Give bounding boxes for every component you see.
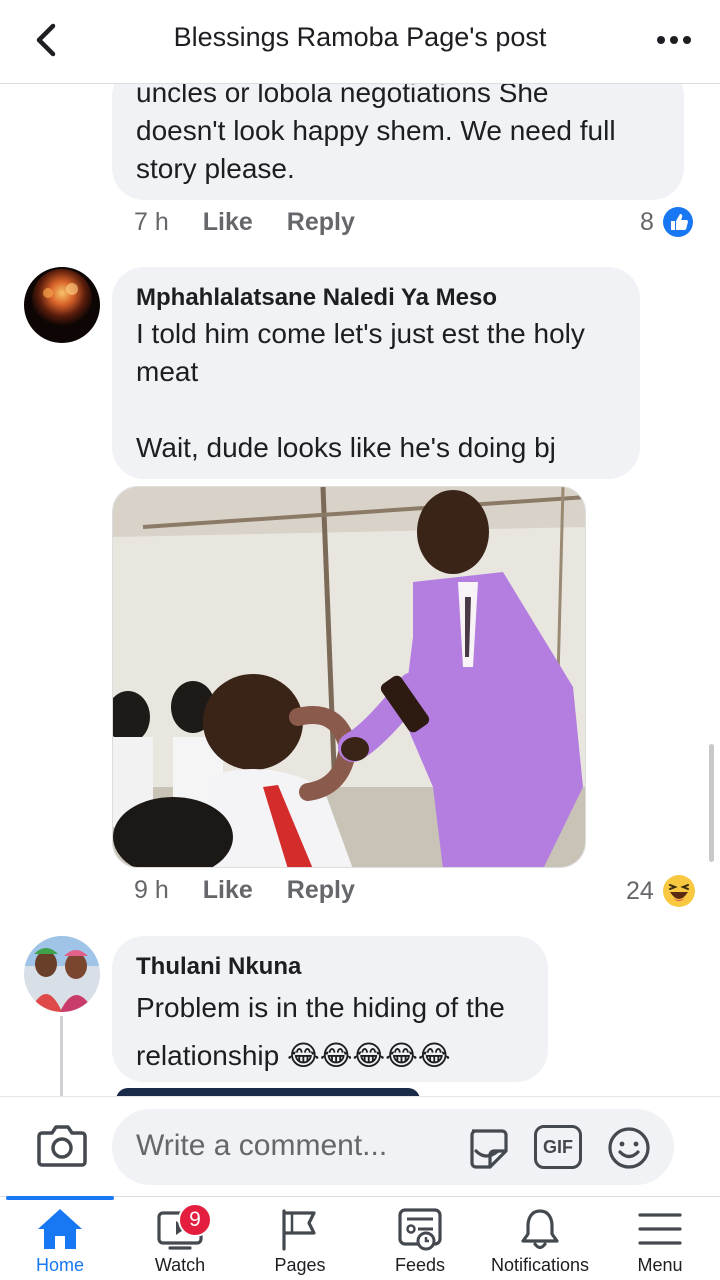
photo-image	[113, 487, 585, 867]
flag-icon	[282, 1209, 316, 1251]
tab-home[interactable]: Home	[0, 1196, 120, 1280]
bottom-tab-bar: Home 9 Watch Pages Feeds Notifications M…	[0, 1196, 720, 1280]
tab-label: Home	[35, 1255, 84, 1275]
menu-icon	[638, 1213, 682, 1245]
emoji-icon[interactable]	[606, 1125, 652, 1171]
more-options-button[interactable]	[650, 22, 698, 58]
comment-actions: 9 h Like Reply	[134, 876, 389, 905]
avatar[interactable]	[24, 267, 100, 343]
comment-text: uncles or lobola negotiations She doesn'…	[136, 84, 616, 184]
comment-composer: Write a comment... GIF	[0, 1096, 720, 1196]
comment-photo[interactable]	[112, 486, 586, 868]
tab-label: Notifications	[490, 1255, 590, 1275]
gif-button[interactable]: GIF	[534, 1125, 582, 1169]
tab-notifications[interactable]: Notifications	[480, 1197, 600, 1280]
gif-label: GIF	[543, 1136, 573, 1157]
top-bar: Blessings Ramoba Page's post	[0, 0, 720, 84]
comment-bubble[interactable]: Mphahlalatsane Naledi Ya Meso I told him…	[112, 267, 640, 479]
reply-button[interactable]: Reply	[287, 876, 355, 905]
comment-text: I told him come let's just est the holy …	[136, 318, 585, 463]
comment-author[interactable]: Mphahlalatsane Naledi Ya Meso	[136, 281, 616, 315]
comment-time: 9 h	[134, 876, 169, 904]
comment-actions: 7 h Like Reply	[134, 208, 389, 237]
comments-list[interactable]: uncles or lobola negotiations She doesn'…	[0, 84, 720, 1096]
active-tab-indicator	[6, 1196, 114, 1200]
like-button[interactable]: Like	[203, 876, 253, 905]
reaction-count: 8	[640, 207, 654, 236]
like-reaction-icon	[662, 207, 693, 237]
comment-placeholder: Write a comment...	[136, 1129, 388, 1162]
tab-watch[interactable]: 9 Watch	[120, 1197, 240, 1280]
avatar[interactable]	[24, 936, 100, 1012]
more-dots-icon	[657, 36, 691, 44]
like-button[interactable]: Like	[203, 208, 253, 237]
notification-badge: 9	[178, 1203, 212, 1237]
comment-time: 7 h	[134, 208, 169, 236]
reply-button[interactable]: Reply	[287, 208, 355, 237]
avatar-image	[24, 936, 100, 1012]
reaction-summary[interactable]: 24	[626, 874, 696, 908]
tab-label: Feeds	[394, 1255, 446, 1275]
next-comment-photo[interactable]	[116, 1088, 420, 1096]
tab-label: Pages	[274, 1255, 326, 1275]
tab-label: Watch	[154, 1255, 206, 1275]
comment-bubble[interactable]: uncles or lobola negotiations She doesn'…	[112, 84, 684, 200]
camera-icon	[37, 1125, 87, 1167]
scrollbar[interactable]	[709, 744, 714, 862]
tab-menu[interactable]: Menu	[600, 1197, 720, 1280]
feeds-icon	[398, 1208, 442, 1251]
reply-thread-line	[60, 1016, 63, 1096]
comment-author[interactable]: Thulani Nkuna	[136, 950, 524, 984]
comment-input[interactable]: Write a comment... GIF	[112, 1109, 674, 1185]
tab-feeds[interactable]: Feeds	[360, 1197, 480, 1280]
comment-bubble[interactable]: Thulani Nkuna Problem is in the hiding o…	[112, 936, 548, 1082]
home-icon	[38, 1209, 82, 1249]
reaction-summary[interactable]: 8	[640, 206, 694, 238]
bell-icon	[521, 1209, 559, 1250]
page-title: Blessings Ramoba Page's post	[173, 22, 547, 52]
reaction-count: 24	[626, 876, 654, 905]
haha-reaction-icon	[662, 875, 695, 907]
avatar-image	[24, 267, 100, 343]
camera-button[interactable]	[36, 1121, 88, 1169]
tab-label: Menu	[637, 1255, 683, 1275]
tab-pages[interactable]: Pages	[240, 1197, 360, 1280]
sticker-icon[interactable]	[464, 1125, 510, 1171]
comment-text: Problem is in the hiding of the relation…	[136, 992, 505, 1071]
